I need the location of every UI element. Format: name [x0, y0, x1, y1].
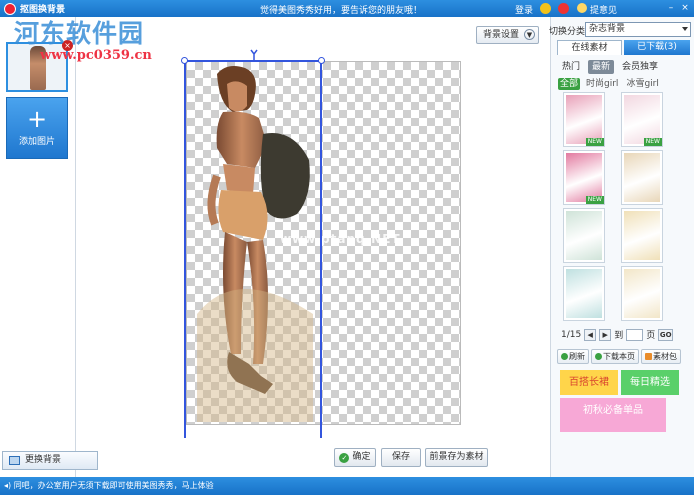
material-card[interactable]: NEW: [563, 150, 605, 205]
prev-page-button[interactable]: ◀: [584, 328, 597, 341]
material-tools: 刷新 下载本页 素材包: [557, 349, 681, 364]
background-settings-label: 背景设置: [483, 30, 520, 40]
material-grid: NEW NEW NEW: [563, 92, 675, 322]
new-badge: NEW: [643, 138, 662, 146]
login-link[interactable]: 登录: [515, 3, 533, 16]
filter-all[interactable]: 全部: [558, 78, 581, 90]
new-badge: NEW: [585, 138, 604, 146]
material-filters: 全部 时尚girl 冰雪girl: [558, 78, 661, 90]
lightbulb-icon: [577, 3, 587, 13]
download-page-label: 下载本页: [603, 352, 635, 361]
promo-daily-picks[interactable]: 每日精选: [621, 370, 679, 395]
material-card[interactable]: [563, 266, 605, 321]
save-foreground-as-material-button[interactable]: 前景存为素材: [425, 448, 488, 467]
site-watermark: 河东软件园: [14, 19, 145, 48]
pager: 1/15 ◀ ▶ 到 页 GO: [561, 328, 674, 341]
material-card[interactable]: [621, 208, 663, 263]
material-card[interactable]: [621, 150, 663, 205]
change-background-label: 更换背景: [25, 455, 62, 465]
background-settings-button[interactable]: 背景设置 ▼: [476, 26, 539, 44]
app-logo-icon: [4, 2, 16, 15]
promo-early-autumn[interactable]: 初秋必备单品: [560, 398, 666, 432]
tab-downloaded[interactable]: 已下载(3): [624, 40, 690, 55]
weibo-icon[interactable]: [558, 3, 569, 14]
subtab-members[interactable]: 会员独享: [618, 60, 662, 74]
qq-icon[interactable]: [540, 3, 551, 14]
download-page-button[interactable]: 下载本页: [591, 349, 639, 364]
page-indicator: 1/15: [561, 329, 582, 340]
subtab-hot[interactable]: 热门: [558, 60, 584, 74]
material-thumbnail: [624, 211, 660, 260]
chevron-down-icon: ▼: [524, 29, 535, 40]
status-bar: ◂) 同吧，办公室用户无须下载即可使用美图秀秀，马上体验: [0, 477, 694, 495]
material-card[interactable]: [621, 266, 663, 321]
category-select[interactable]: 杂志背景: [585, 22, 691, 37]
change-background-button[interactable]: 更换背景: [2, 451, 98, 470]
speaker-icon: ◂): [4, 481, 12, 490]
status-text[interactable]: 同吧，办公室用户无须下载即可使用美图秀秀，马上体验: [14, 481, 214, 490]
page-label: 页: [646, 331, 656, 341]
resize-handle-left[interactable]: [181, 57, 188, 64]
filter-snow-girl[interactable]: 冰雪girl: [624, 78, 660, 90]
confirm-button[interactable]: ✓ 确定: [334, 448, 376, 467]
selection-frame[interactable]: [181, 57, 325, 438]
page-number-input[interactable]: [626, 328, 644, 341]
category-label: 切换分类: [549, 27, 586, 37]
material-pack-button[interactable]: 素材包: [641, 349, 681, 364]
tab-online-materials[interactable]: 在线素材: [557, 40, 622, 55]
package-icon: [645, 353, 652, 360]
material-card[interactable]: [563, 208, 605, 263]
category-value: 杂志背景: [589, 24, 626, 34]
save-button[interactable]: 保存: [381, 448, 421, 467]
check-icon: ✓: [339, 453, 350, 463]
subtab-newest[interactable]: 最新: [588, 60, 615, 74]
material-card[interactable]: NEW: [563, 92, 605, 147]
material-thumbnail: [624, 153, 660, 202]
image-icon: [9, 456, 20, 465]
add-image-button[interactable]: + 添加图片: [6, 97, 68, 159]
refresh-label: 刷新: [569, 352, 585, 361]
material-card[interactable]: NEW: [621, 92, 663, 147]
download-icon: [595, 353, 602, 360]
material-thumbnail: [624, 269, 660, 318]
material-thumbnail: [566, 95, 602, 144]
new-badge: NEW: [585, 196, 604, 204]
go-button[interactable]: GO: [658, 328, 674, 341]
material-thumbnail: [566, 153, 602, 202]
refresh-icon: [561, 353, 568, 360]
filter-fashion-girl[interactable]: 时尚girl: [584, 78, 620, 90]
resize-handle-right[interactable]: [318, 57, 325, 64]
promo-long-dress[interactable]: 百搭长裙: [560, 370, 618, 395]
site-url-watermark: www.pc0359.cn: [40, 48, 152, 63]
material-pack-label: 素材包: [653, 352, 677, 361]
minimize-button[interactable]: –: [665, 2, 677, 14]
next-page-button[interactable]: ▶: [599, 328, 612, 341]
close-button[interactable]: ×: [679, 2, 691, 14]
plus-icon: +: [26, 105, 48, 133]
goto-label: 到: [614, 331, 624, 341]
add-image-label: 添加图片: [18, 137, 55, 147]
rotate-handle-icon[interactable]: [250, 49, 258, 61]
material-subtabs: 热门 最新 会员独享: [558, 60, 662, 74]
confirm-label: 确定: [352, 452, 371, 462]
material-thumbnail: [624, 95, 660, 144]
refresh-button[interactable]: 刷新: [557, 349, 589, 364]
material-thumbnail: [566, 269, 602, 318]
dropdown-arrow-icon: [682, 27, 688, 31]
feedback-link[interactable]: 提意见: [590, 3, 617, 16]
material-thumbnail: [566, 211, 602, 260]
notice-text[interactable]: 觉得美图秀秀好用，要告诉您的朋友哦！: [260, 3, 422, 16]
